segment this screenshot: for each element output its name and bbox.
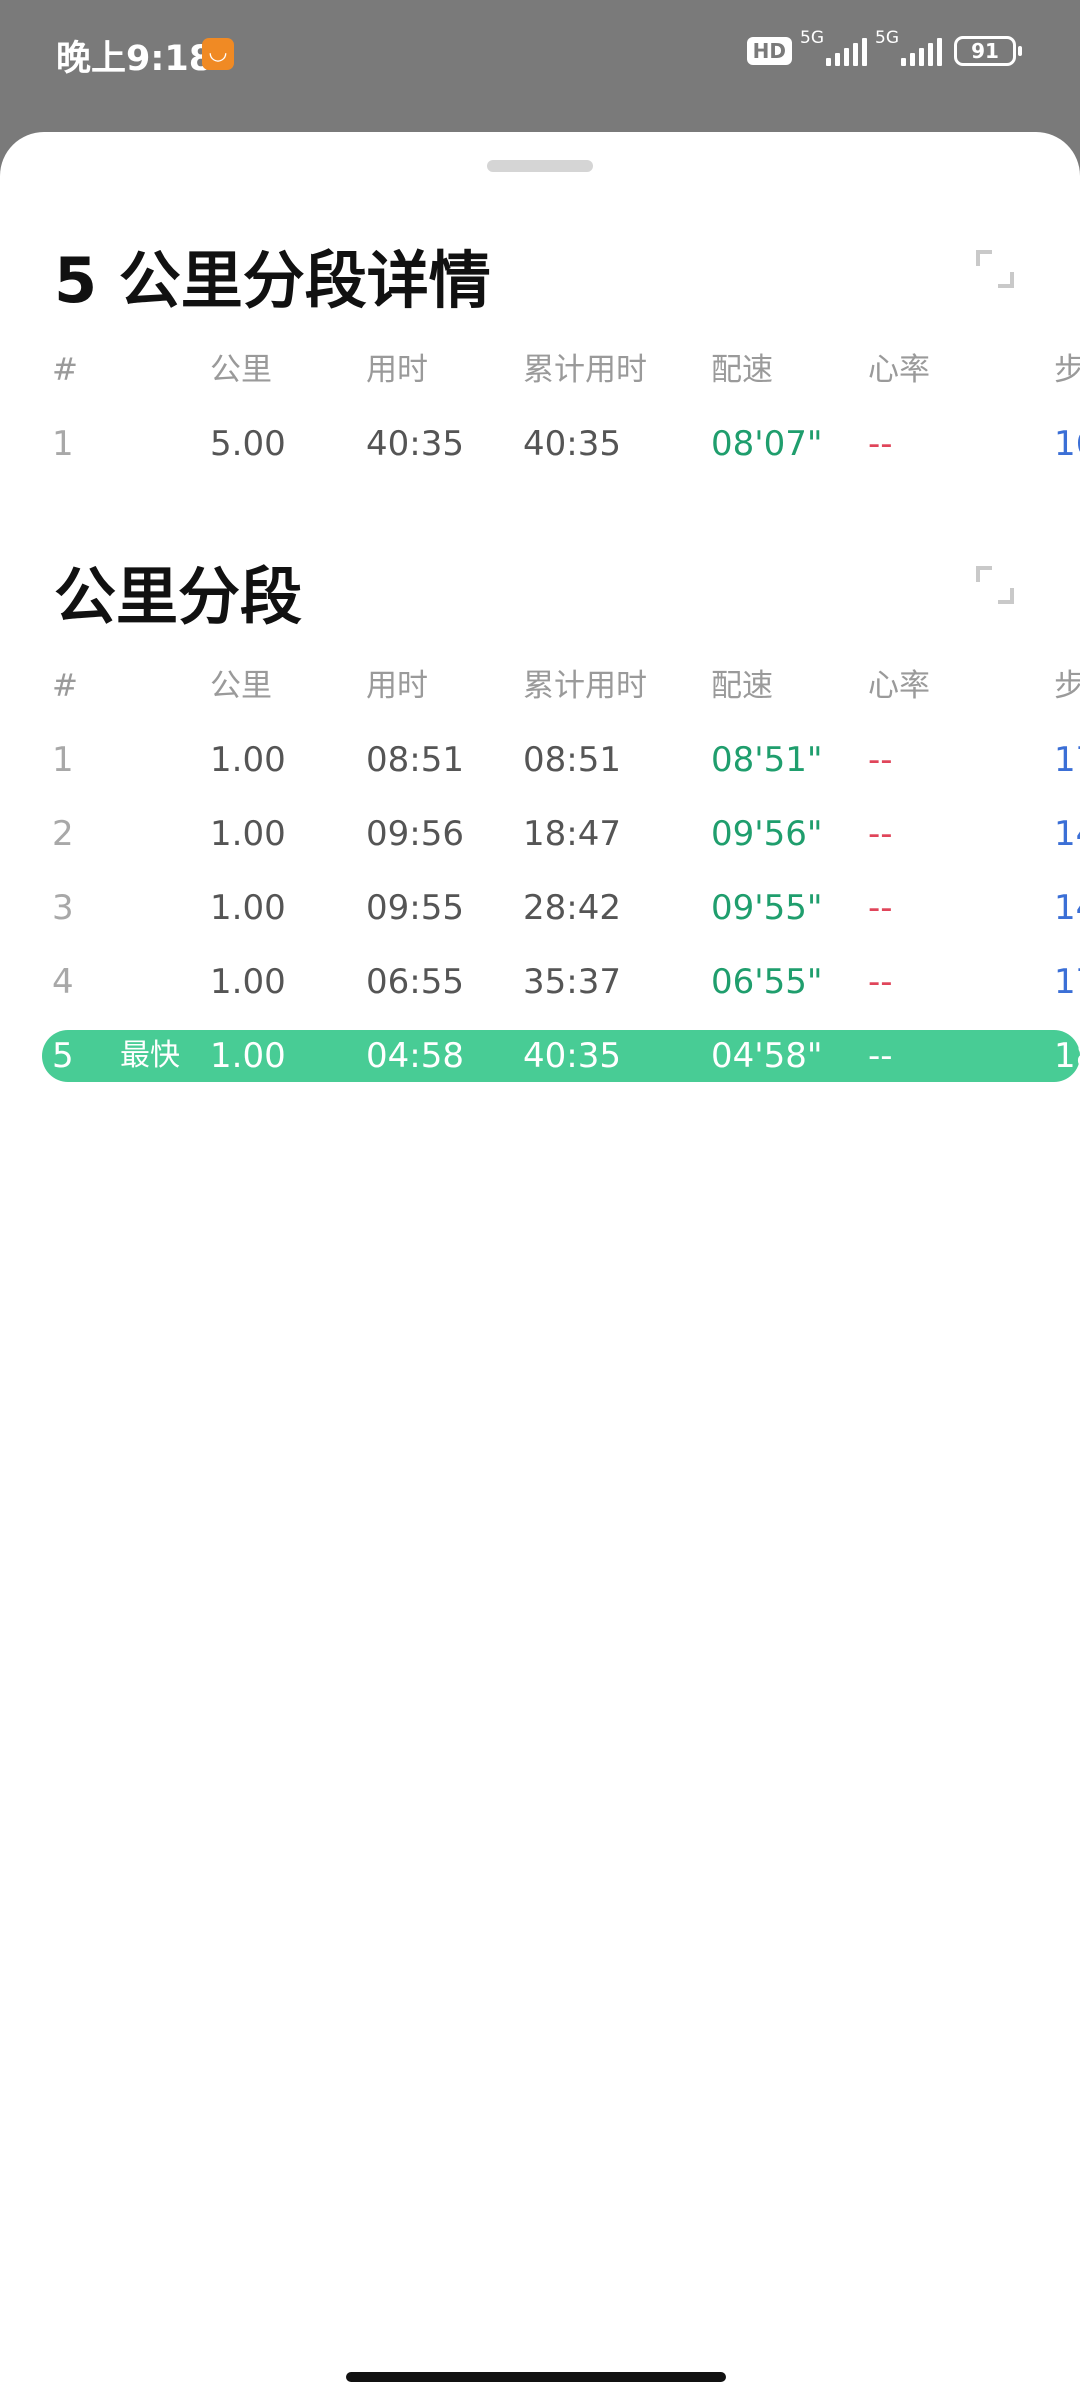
row-steps: 14 [1054,888,1080,928]
row-index: 5 [52,1036,74,1076]
row-time: 40:35 [366,424,464,464]
row-heart-rate: -- [868,814,893,854]
fastest-badge: 最快 [120,1038,180,1073]
row-index: 3 [52,888,74,928]
row-pace: 04'58" [711,1036,823,1076]
header-time: 用时 [366,352,428,388]
table-row: 2 1.00 09:56 18:47 09'56" -- 14 [0,808,1080,860]
header-km: 公里 [210,352,272,388]
header-time: 用时 [366,668,428,704]
row-km: 1.00 [210,962,286,1002]
row-km: 1.00 [210,740,286,780]
expand-icon[interactable] [976,250,1014,288]
header-steps: 步 [1054,352,1080,388]
bottom-sheet: 5 公里分段详情 # 公里 用时 累计用时 配速 心率 步 1 5.00 40:… [0,132,1080,2400]
table-header: # 公里 用时 累计用时 配速 心率 步 [0,344,1080,396]
network-type-label: 5G [800,28,824,48]
fastest-split-row: 5 最快 1.00 04:58 40:35 04'58" -- 18 [42,1030,1080,1082]
row-steps: 14 [1054,814,1080,854]
table-row: 1 1.00 08:51 08:51 08'51" -- 17 [0,734,1080,786]
row-km: 1.00 [210,814,286,854]
header-index: # [52,668,78,704]
row-time: 04:58 [366,1036,464,1076]
row-cumulative: 35:37 [523,962,621,1002]
row-time: 06:55 [366,962,464,1002]
status-indicators: HD 5G 5G 91 [746,28,1022,66]
row-km: 1.00 [210,1036,286,1076]
row-pace: 09'55" [711,888,823,928]
hd-voice-icon: HD [746,37,792,65]
row-cumulative: 18:47 [523,814,621,854]
row-km: 5.00 [210,424,286,464]
header-heart-rate: 心率 [868,352,930,388]
row-index: 1 [52,424,74,464]
header-pace: 配速 [711,352,773,388]
signal-icon-2: 5G [875,28,942,66]
row-index: 2 [52,814,74,854]
network-type-label: 5G [875,28,899,48]
header-index: # [52,352,78,388]
row-cumulative: 28:42 [523,888,621,928]
header-steps: 步 [1054,668,1080,704]
table-header: # 公里 用时 累计用时 配速 心率 步 [0,660,1080,712]
row-km: 1.00 [210,888,286,928]
row-index: 1 [52,740,74,780]
section-title-km-splits: 公里分段 [54,560,303,633]
row-cumulative: 40:35 [523,424,621,464]
row-heart-rate: -- [868,962,893,1002]
app-notification-icon: ◡ [202,38,234,70]
row-cumulative: 40:35 [523,1036,621,1076]
row-heart-rate: -- [868,1036,893,1076]
header-heart-rate: 心率 [868,668,930,704]
header-cumulative: 累计用时 [523,352,647,388]
row-pace: 09'56" [711,814,823,854]
row-time: 09:55 [366,888,464,928]
status-time: 晚上9:18 [56,39,214,79]
header-km: 公里 [210,668,272,704]
row-heart-rate: -- [868,888,893,928]
drag-handle[interactable] [487,160,593,172]
row-steps: 17 [1054,962,1080,1002]
battery-icon: 91 [954,36,1022,66]
expand-icon[interactable] [976,566,1014,604]
header-cumulative: 累计用时 [523,668,647,704]
section-title-5km-detail: 5 公里分段详情 [54,244,491,317]
table-row: 3 1.00 09:55 28:42 09'55" -- 14 [0,882,1080,934]
home-indicator[interactable] [346,2372,726,2382]
table-row: 4 1.00 06:55 35:37 06'55" -- 17 [0,956,1080,1008]
row-time: 09:56 [366,814,464,854]
row-pace: 08'07" [711,424,823,464]
row-heart-rate: -- [868,424,893,464]
row-index: 4 [52,962,74,1002]
header-pace: 配速 [711,668,773,704]
status-bar: 晚上9:18 ◡ HD 5G 5G 91 [0,0,1080,110]
row-steps: 18 [1054,1036,1080,1076]
row-cumulative: 08:51 [523,740,621,780]
row-heart-rate: -- [868,740,893,780]
signal-icon-1: 5G [800,28,867,66]
row-pace: 08'51" [711,740,823,780]
table-row: 1 5.00 40:35 40:35 08'07" -- 16 [0,418,1080,470]
row-steps: 17 [1054,740,1080,780]
row-pace: 06'55" [711,962,823,1002]
row-time: 08:51 [366,740,464,780]
row-steps: 16 [1054,424,1080,464]
